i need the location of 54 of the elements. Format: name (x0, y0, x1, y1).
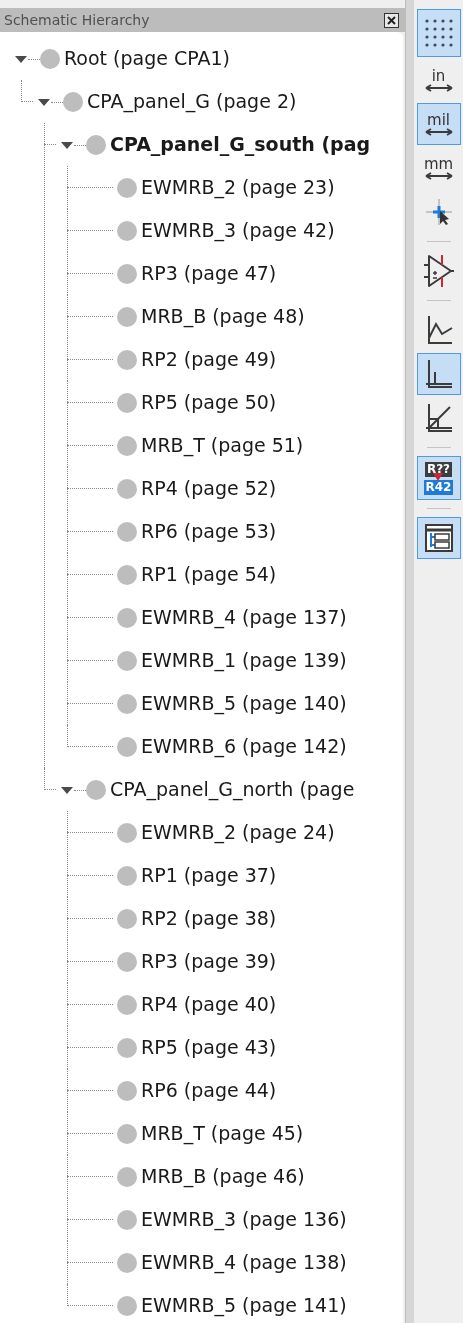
tree-item[interactable]: RP2 (page 38) (141, 904, 277, 933)
tree-item[interactable]: RP4 (page 52) (141, 474, 277, 503)
close-button[interactable] (384, 12, 399, 28)
double-arrow-icon (423, 171, 454, 180)
tree-item[interactable]: EWMRB_5 (page 140) (141, 689, 347, 718)
tree-item[interactable]: RP5 (page 43) (141, 1033, 277, 1062)
down-arrow-icon (433, 472, 444, 481)
panel-title: Schematic Hierarchy (4, 10, 150, 30)
double-arrow-icon (423, 127, 454, 136)
tree-item[interactable]: EWMRB_1 (page 139) (141, 646, 347, 675)
tree-item[interactable]: CPA_panel_G_north (page (110, 775, 355, 804)
tree-item[interactable]: RP1 (page 54) (141, 560, 277, 589)
reference-label: R42 (423, 479, 454, 495)
toolbar-button[interactable]: mm (416, 147, 461, 189)
opamp-icon (422, 253, 455, 289)
tree-item[interactable]: MRB_B (page 48) (141, 302, 305, 331)
tree-item[interactable]: RP3 (page 47) (141, 259, 277, 288)
tree-item[interactable]: RP6 (page 44) (141, 1076, 277, 1105)
unit-label: mm (423, 156, 454, 172)
tree-item[interactable]: MRB_T (page 45) (141, 1119, 304, 1148)
hierarchy-panel-icon (423, 523, 454, 553)
toolbar-button[interactable]: in (416, 59, 461, 101)
tree-item[interactable]: EWMRB_6 (page 142) (141, 732, 347, 761)
unit-label: mil (427, 112, 450, 128)
tree-item[interactable]: RP6 (page 53) (141, 517, 277, 546)
toolbar-button[interactable]: R?? R42 (416, 456, 461, 500)
tree-item[interactable]: RP2 (page 49) (141, 345, 277, 374)
toolbar-button[interactable] (416, 517, 461, 559)
double-arrow-icon (423, 83, 454, 92)
tree-item[interactable]: RP5 (page 50) (141, 388, 277, 417)
toolbar-button[interactable] (416, 353, 461, 395)
toolbar-button[interactable] (416, 9, 461, 57)
toolbar-button[interactable]: mil (416, 103, 461, 145)
reference-label: R?? (424, 461, 453, 477)
tree-item[interactable]: Root (page CPA1) (64, 44, 230, 73)
close-icon (387, 15, 396, 25)
tree-item[interactable]: RP3 (page 39) (141, 947, 277, 976)
tree-item[interactable]: EWMRB_2 (page 24) (141, 818, 335, 847)
tree-item[interactable]: MRB_T (page 51) (141, 431, 304, 460)
tree-item[interactable]: CPA_panel_G_south (pag (110, 130, 371, 159)
tree-item[interactable]: RP1 (page 37) (141, 861, 277, 890)
tree-item[interactable]: RP4 (page 40) (141, 990, 277, 1019)
right-angle-line-icon (423, 358, 454, 390)
tree-item[interactable]: EWMRB_3 (page 42) (141, 216, 335, 245)
tree-item[interactable]: EWMRB_5 (page 141) (141, 1291, 347, 1320)
tree-item[interactable]: EWMRB_3 (page 136) (141, 1205, 347, 1234)
unit-label: in (431, 68, 446, 84)
angle-45-line-icon (423, 402, 454, 434)
tree-item[interactable]: CPA_panel_G (page 2) (87, 87, 297, 116)
tree-item[interactable]: EWMRB_2 (page 23) (141, 173, 335, 202)
tree-item[interactable]: MRB_B (page 46) (141, 1162, 305, 1191)
tree-item[interactable]: EWMRB_4 (page 138) (141, 1248, 347, 1277)
crosshair-cursor-icon (424, 198, 453, 226)
tree-item[interactable]: EWMRB_4 (page 137) (141, 603, 347, 632)
